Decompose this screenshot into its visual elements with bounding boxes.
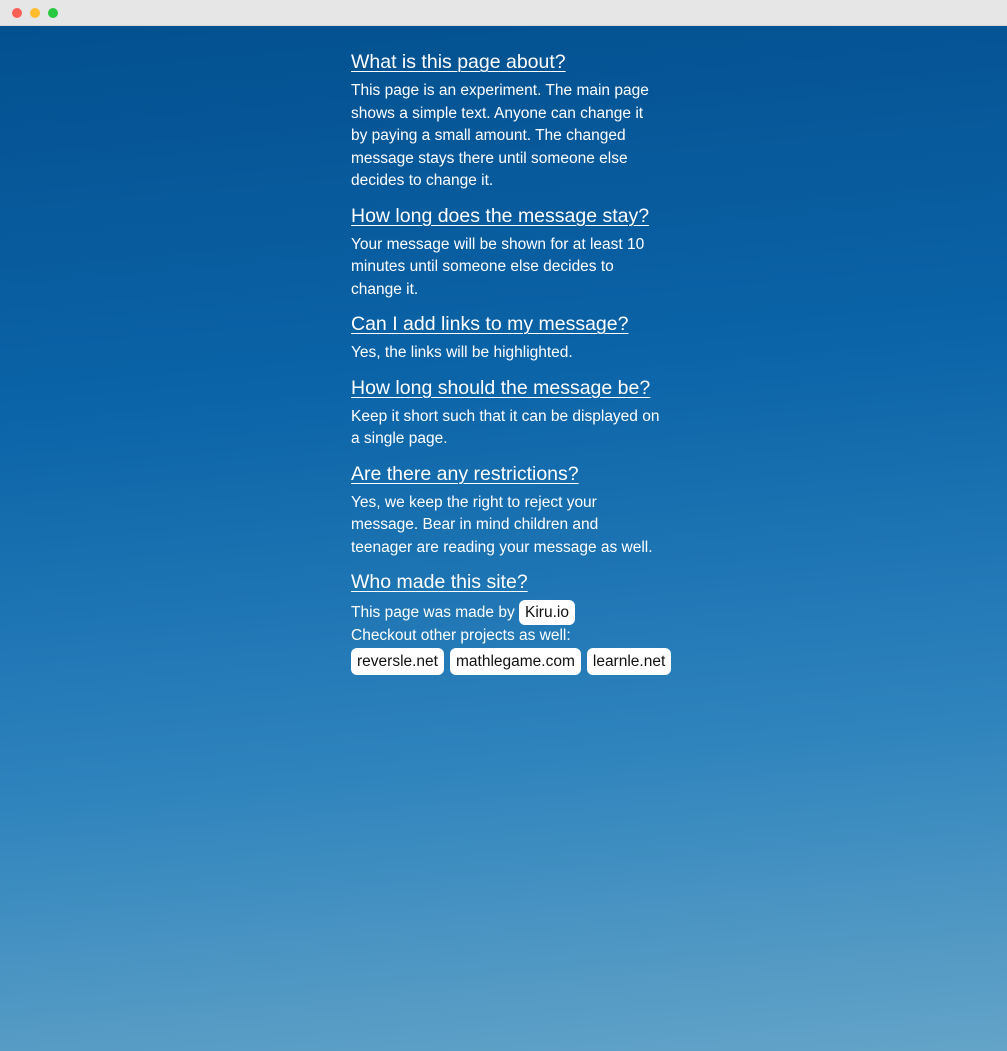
faq-question-about[interactable]: What is this page about? — [351, 50, 566, 74]
faq-item: Are there any restrictions? Yes, we keep… — [351, 462, 661, 560]
faq-answer-about: This page is an experiment. The main pag… — [351, 82, 649, 189]
faq-question-restrictions[interactable]: Are there any restrictions? — [351, 462, 579, 486]
faq-item: How long does the message stay? Your mes… — [351, 204, 661, 302]
faq-question-links[interactable]: Can I add links to my message? — [351, 312, 628, 336]
project-link-mathlegame[interactable]: mathlegame.com — [449, 647, 581, 675]
checkout-text: Checkout other projects as well: — [351, 627, 571, 644]
kiru-link[interactable]: Kiru.io — [519, 600, 575, 625]
minimize-window-icon[interactable] — [30, 7, 40, 18]
close-window-icon[interactable] — [12, 7, 22, 18]
faq-answer-links: Yes, the links will be highlighted. — [351, 344, 573, 361]
window-titlebar — [0, 0, 1007, 26]
faq-item: What is this page about? This page is an… — [351, 50, 661, 193]
faq-question-length[interactable]: How long should the message be? — [351, 376, 650, 400]
faq-answer-length: Keep it short such that it can be displa… — [351, 407, 660, 448]
faq-item-who: Who made this site? This page was made b… — [351, 570, 672, 675]
faq-section: What is this page about? This page is an… — [351, 50, 672, 686]
made-by-text: This page was made by — [351, 604, 515, 621]
faq-question-duration[interactable]: How long does the message stay? — [351, 204, 649, 228]
made-by-line: This page was made by Kiru.io — [351, 600, 661, 625]
project-link-learnle[interactable]: learnle.net — [586, 647, 672, 675]
faq-item: Can I add links to my message? Yes, the … — [351, 312, 661, 365]
faq-answer-restrictions: Yes, we keep the right to reject your me… — [351, 493, 653, 556]
project-link-reversle[interactable]: reversle.net — [351, 647, 444, 675]
browser-window: What is this page about? This page is an… — [0, 0, 1007, 1051]
faq-item: How long should the message be? Keep it … — [351, 376, 661, 451]
faq-question-who[interactable]: Who made this site? — [351, 570, 528, 594]
maximize-window-icon[interactable] — [48, 7, 58, 18]
page-background: What is this page about? This page is an… — [0, 26, 1007, 1051]
faq-answer-duration: Your message will be shown for at least … — [351, 235, 645, 298]
projects-list: reversle.net mathlegame.com learnle.net — [351, 647, 711, 675]
